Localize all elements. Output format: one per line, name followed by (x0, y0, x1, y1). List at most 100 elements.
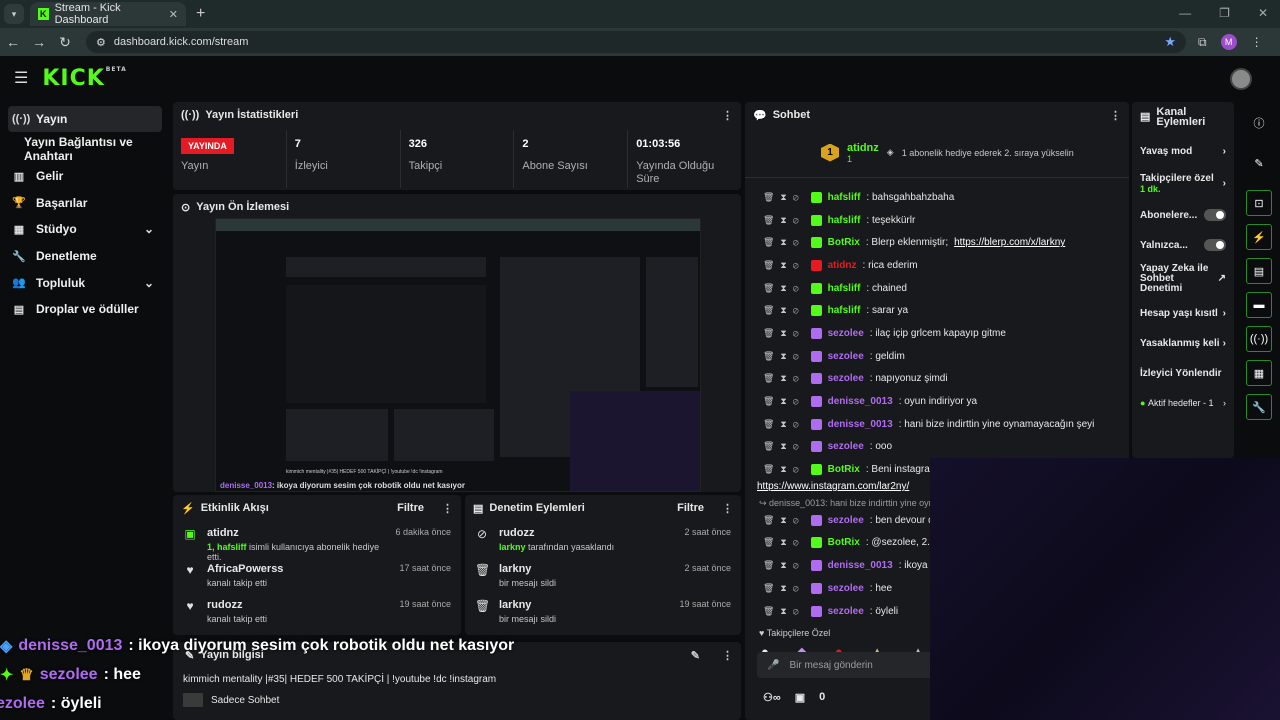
chat-username[interactable]: denisse_0013 (828, 419, 893, 430)
action-followers-only[interactable]: Takipçilere özel 1 dk. › (1132, 166, 1234, 200)
mod-tools-icon[interactable]: 🗑⧗⊘ (763, 583, 805, 594)
mod-tools-icon[interactable]: 🗑⧗⊘ (763, 215, 805, 226)
chat-message-input[interactable]: 🎤 Bir mesaj gönderin (757, 652, 933, 678)
chat-username[interactable]: hafsliff (828, 192, 861, 203)
chat-username[interactable]: sezolee (828, 351, 864, 362)
sidebar-item-gelir[interactable]: ▥ Gelir (0, 163, 170, 190)
menu-kebab-icon[interactable]: ⋮ (1251, 35, 1263, 49)
action-active-goals[interactable]: ● Aktif hedefler - 1 › (1132, 388, 1234, 418)
gift-box-icon[interactable]: ▣ (795, 691, 805, 704)
chat-username[interactable]: hafsliff (828, 215, 861, 226)
more-options-icon[interactable]: ⋮ (722, 502, 733, 515)
event-target: 1, hafsliff (207, 542, 247, 552)
action-raid[interactable]: İzleyici Yönlendir (1132, 358, 1234, 388)
tab-list-chevron-icon[interactable]: ▾ (4, 4, 24, 24)
close-tab-icon[interactable]: ✕ (169, 8, 178, 21)
chat-username[interactable]: BotRix (828, 237, 860, 248)
action-subscribers-only[interactable]: Abonelere... (1132, 200, 1234, 230)
sidebar-item-yayin[interactable]: ((·)) Yayın (8, 106, 162, 132)
mod-tools-icon[interactable]: 🗑⧗⊘ (763, 260, 805, 271)
chat-username[interactable]: sezolee (828, 373, 864, 384)
info-icon[interactable]: ⓘ (1246, 110, 1272, 136)
extensions-icon[interactable]: ⧉ (1198, 35, 1207, 50)
new-tab-icon[interactable]: + (196, 5, 205, 23)
mod-tools-icon[interactable]: 🗑⧗⊘ (763, 537, 805, 548)
chat-icon[interactable]: ▬ (1246, 292, 1272, 318)
chat-username[interactable]: sezolee (828, 606, 864, 617)
user-avatar[interactable] (1230, 68, 1252, 90)
mod-tools-icon[interactable]: 🗑⧗⊘ (763, 396, 805, 407)
chat-username[interactable]: denisse_0013 (828, 560, 893, 571)
sidebar-item-stream-key[interactable]: Yayın Bağlantısı ve Anahtarı (0, 135, 170, 163)
more-options-icon[interactable]: ⋮ (722, 649, 733, 662)
chat-username[interactable]: sezolee (828, 328, 864, 339)
chat-username[interactable]: sezolee (828, 441, 864, 452)
chat-username[interactable]: hafsliff (828, 283, 861, 294)
document-icon[interactable]: ▤ (1246, 258, 1272, 284)
forward-icon[interactable]: → (26, 34, 52, 50)
action-emotes-only[interactable]: Yalnızca... (1132, 230, 1234, 260)
hamburger-menu-icon[interactable]: ☰ (14, 68, 28, 88)
reload-icon[interactable]: ↻ (52, 34, 78, 51)
profile-avatar[interactable]: M (1220, 34, 1237, 50)
chat-link[interactable]: https://www.instagram.com/lar2ny/ (757, 481, 909, 492)
action-slow-mode[interactable]: Yavaş mod › (1132, 136, 1234, 166)
restore-icon[interactable]: ❐ (1219, 6, 1230, 20)
more-options-icon[interactable]: ⋮ (1110, 109, 1121, 122)
infinity-icon[interactable]: ⚇∞ (763, 691, 781, 704)
layout-icon[interactable]: ▦ (1246, 360, 1272, 386)
mod-tools-icon[interactable]: 🗑⧗⊘ (763, 606, 805, 617)
action-account-age[interactable]: Hesap yaşı kısıtl › (1132, 298, 1234, 328)
more-options-icon[interactable]: ⋮ (442, 502, 453, 515)
mod-tools-icon[interactable]: 🗑⧗⊘ (763, 328, 805, 339)
mod-tools-icon[interactable]: 🗑⧗⊘ (763, 305, 805, 316)
action-ai-moderation[interactable]: Yapay Zeka ile Sohbet Denetimi ↗ (1132, 260, 1234, 298)
mod-tools-icon[interactable]: 🗑⧗⊘ (763, 237, 805, 248)
mod-tools-icon[interactable]: 🗑⧗⊘ (763, 192, 805, 203)
site-info-icon[interactable]: ⚙ (96, 36, 106, 49)
pencil-icon[interactable]: ✎ (1246, 150, 1272, 176)
chat-username[interactable]: sezolee (828, 515, 864, 526)
close-window-icon[interactable]: ✕ (1258, 6, 1268, 20)
sidebar-item-denetleme[interactable]: 🔧 Denetleme (0, 243, 170, 270)
chat-username[interactable]: BotRix (828, 464, 860, 475)
toggle-switch[interactable] (1204, 209, 1226, 221)
filter-button[interactable]: Filtre (397, 502, 424, 514)
mod-tools-icon[interactable]: 🗑⧗⊘ (763, 419, 805, 430)
sidebar-item-basarilar[interactable]: 🏆 Başarılar (0, 189, 170, 216)
edit-icon[interactable]: ✎ (691, 649, 700, 662)
mod-tools-icon[interactable]: 🗑⧗⊘ (763, 515, 805, 526)
chat-username[interactable]: hafsliff (828, 305, 861, 316)
sidebar-item-studyo[interactable]: ▦ Stüdyo ⌄ (0, 216, 170, 243)
chat-link[interactable]: https://blerp.com/x/larkny (954, 237, 1065, 248)
lightning-icon[interactable]: ⚡ (1246, 224, 1272, 250)
microphone-icon[interactable]: 🎤 (767, 660, 779, 671)
mod-tools-icon[interactable]: 🗑⧗⊘ (763, 464, 805, 475)
mod-tools-icon[interactable]: 🗑⧗⊘ (763, 373, 805, 384)
capture-icon[interactable]: ⊡ (1246, 190, 1272, 216)
sidebar-item-topluluk[interactable]: 👥 Topluluk ⌄ (0, 269, 170, 296)
mod-tools-icon[interactable]: 🗑⧗⊘ (763, 283, 805, 294)
action-banned-words[interactable]: Yasaklanmış keli › (1132, 328, 1234, 358)
stream-preview-video[interactable]: denisse_0013: ikoya diyorum sesim çok ro… (215, 218, 701, 492)
kick-logo[interactable]: KICKBETA (42, 66, 126, 91)
more-options-icon[interactable]: ⋮ (722, 109, 733, 122)
chat-username[interactable]: denisse_0013 (828, 396, 893, 407)
sidebar-item-droplar[interactable]: ▤ Droplar ve ödüller (0, 296, 170, 323)
address-bar[interactable]: ⚙ dashboard.kick.com/stream ★ (86, 31, 1186, 53)
minimize-icon[interactable]: — (1179, 6, 1191, 20)
toggle-switch[interactable] (1204, 239, 1226, 251)
wrench-icon[interactable]: 🔧 (1246, 394, 1272, 420)
chat-username[interactable]: sezolee (828, 583, 864, 594)
broadcast-icon[interactable]: ((·)) (1246, 326, 1272, 352)
panel-title: Etkinlik Akışı (200, 502, 269, 514)
back-icon[interactable]: ← (0, 34, 26, 50)
mod-tools-icon[interactable]: 🗑⧗⊘ (763, 351, 805, 362)
mod-tools-icon[interactable]: 🗑⧗⊘ (763, 441, 805, 452)
filter-button[interactable]: Filtre (677, 502, 704, 514)
chat-username[interactable]: atidnz (828, 260, 857, 271)
bookmark-star-icon[interactable]: ★ (1164, 34, 1176, 50)
browser-tab[interactable]: K Stream - Kick Dashboard ✕ (30, 2, 186, 26)
chat-username[interactable]: BotRix (828, 537, 860, 548)
mod-tools-icon[interactable]: 🗑⧗⊘ (763, 560, 805, 571)
